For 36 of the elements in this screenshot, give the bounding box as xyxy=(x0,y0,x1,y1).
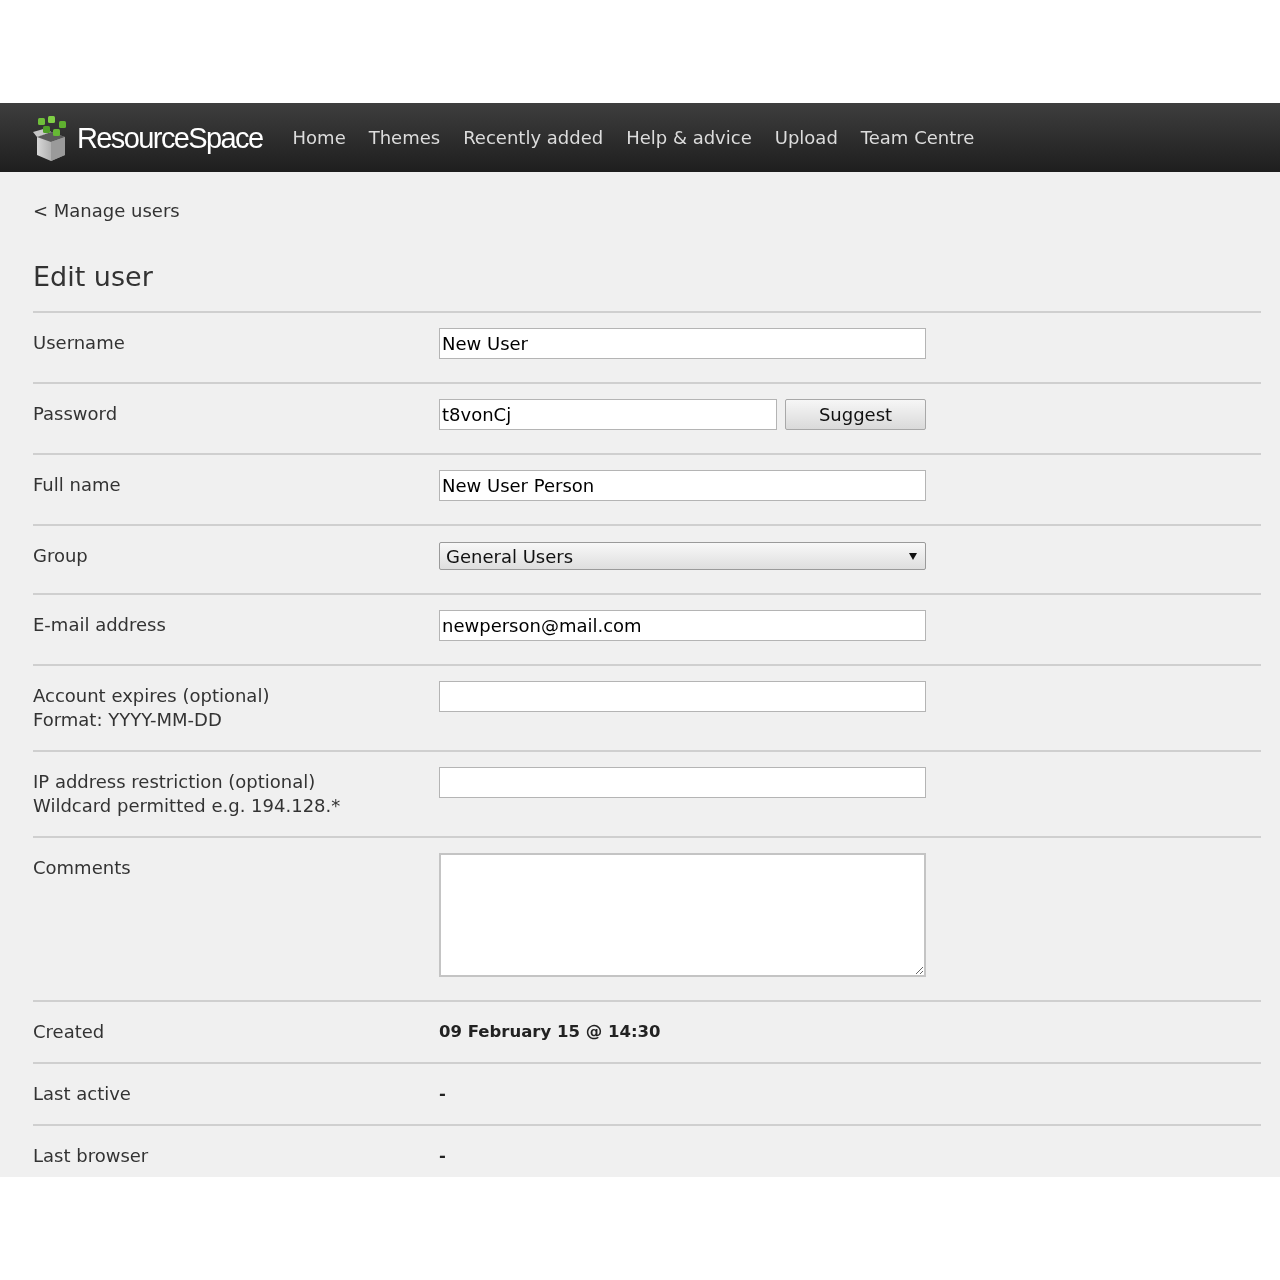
text-field[interactable]: New User Person xyxy=(439,470,926,501)
field-label: Username xyxy=(33,331,126,355)
field-label: Group xyxy=(33,544,89,568)
field-label: IP address restriction (optional) xyxy=(33,770,317,794)
text-area-field[interactable] xyxy=(439,853,926,977)
field-label: Comments xyxy=(33,856,132,880)
suggest-button[interactable]: Suggest xyxy=(785,399,926,430)
field-label: Last active xyxy=(33,1082,132,1106)
nav-link[interactable]: Home xyxy=(292,125,346,150)
field-value: - xyxy=(439,1083,447,1105)
text-field[interactable]: newperson@mail.com xyxy=(439,610,926,641)
field-hint: Format: YYYY-MM-DD xyxy=(33,708,223,732)
field-label: Password xyxy=(33,402,119,426)
field-hint: Wildcard permitted e.g. 194.128.* xyxy=(33,794,342,818)
text-field[interactable]: New User xyxy=(439,328,926,359)
nav-link[interactable]: Team Centre xyxy=(860,125,975,150)
page-title: Edit user xyxy=(33,260,154,294)
password-field[interactable]: t8vonCj xyxy=(439,399,777,430)
nav-link[interactable]: Themes xyxy=(368,125,441,150)
field-label: E-mail address xyxy=(33,613,167,637)
field-label: Account expires (optional) xyxy=(33,684,271,708)
group-dropdown[interactable]: General Users xyxy=(439,542,926,570)
back-link[interactable]: < Manage users xyxy=(33,199,180,223)
text-field[interactable] xyxy=(439,681,926,712)
box-icon xyxy=(33,114,69,163)
field-label: Last browser xyxy=(33,1144,150,1168)
logo-text[interactable]: ResourceSpace xyxy=(77,119,263,156)
nav-link[interactable]: Upload xyxy=(774,125,838,150)
caret-icon xyxy=(909,552,917,560)
field-value: - xyxy=(439,1145,447,1167)
nav-link[interactable]: Recently added xyxy=(463,125,604,150)
field-label: Full name xyxy=(33,473,122,497)
field-label: Created xyxy=(33,1020,106,1044)
nav-link[interactable]: Help & advice xyxy=(626,125,752,150)
field-value: 09 February 15 @ 14:30 xyxy=(439,1021,662,1043)
text-field[interactable] xyxy=(439,767,926,798)
